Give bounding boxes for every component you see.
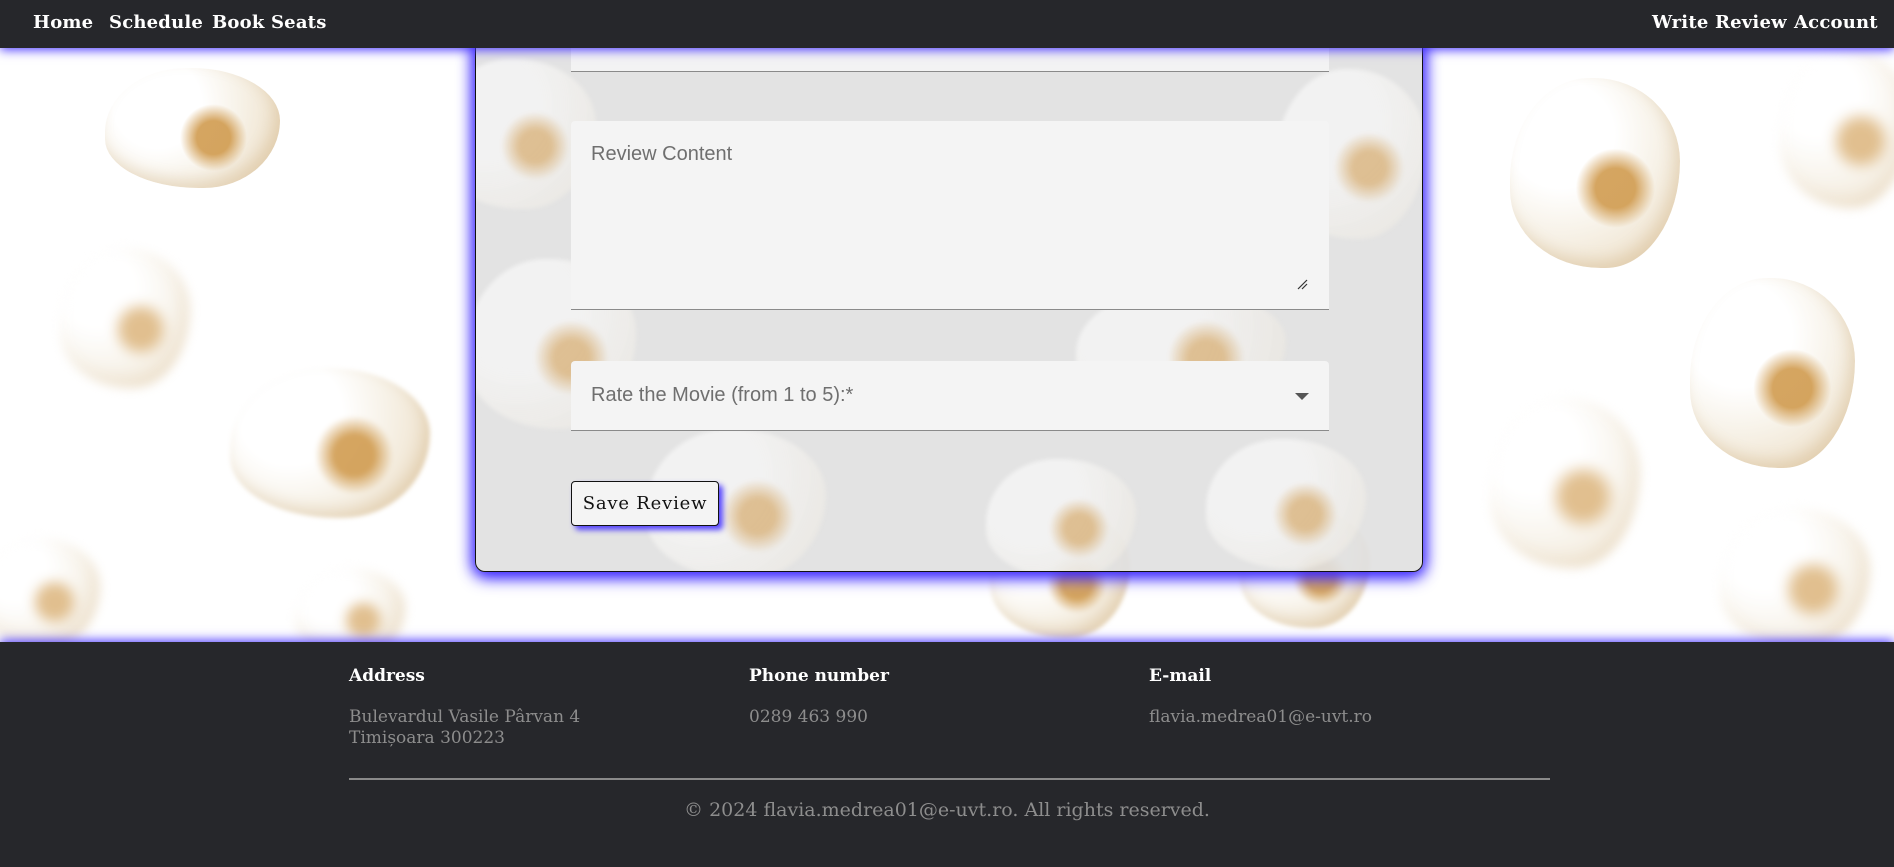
- review-form-card: Rate the Movie (from 1 to 5):* Save Revi…: [475, 18, 1423, 572]
- footer-phone-value: 0289 463 990: [749, 707, 868, 727]
- resize-grip-icon[interactable]: [1296, 278, 1308, 290]
- footer-address-line1: Bulevardul Vasile Pârvan 4: [349, 707, 581, 727]
- footer-email-heading: E-mail: [1149, 666, 1212, 686]
- popcorn-image: [1510, 78, 1680, 268]
- footer-copyright: © 2024 flavia.medrea01@e-uvt.ro. All rig…: [684, 799, 1210, 821]
- popcorn-image: [230, 368, 430, 518]
- rating-select-label: Rate the Movie (from 1 to 5):*: [591, 384, 854, 406]
- rating-select[interactable]: Rate the Movie (from 1 to 5):*: [571, 361, 1329, 431]
- chevron-down-icon[interactable]: [1295, 393, 1309, 400]
- popcorn-image: [1690, 278, 1855, 468]
- popcorn-image: [0, 538, 100, 642]
- popcorn-image: [1780, 48, 1894, 208]
- nav-book-seats-link[interactable]: Book Seats: [212, 12, 327, 33]
- footer-divider: [349, 778, 1550, 780]
- popcorn-image: [1490, 398, 1640, 568]
- site-footer: Address Bulevardul Vasile Pârvan 4 Timiș…: [0, 642, 1894, 867]
- top-navbar: Home Schedule Book Seats Write Review Ac…: [0, 0, 1894, 48]
- popcorn-image: [295, 568, 405, 642]
- nav-write-review-link[interactable]: Write Review: [1652, 12, 1787, 33]
- nav-schedule-link[interactable]: Schedule: [109, 12, 203, 33]
- popcorn-image: [60, 248, 190, 388]
- save-review-button[interactable]: Save Review: [571, 481, 719, 526]
- nav-home-link[interactable]: Home: [33, 12, 93, 33]
- popcorn-image: [1206, 439, 1366, 569]
- nav-account-link[interactable]: Account: [1794, 12, 1878, 33]
- popcorn-image: [105, 68, 280, 188]
- footer-address-heading: Address: [349, 666, 425, 686]
- popcorn-image: [1720, 508, 1870, 642]
- footer-email-value[interactable]: flavia.medrea01@e-uvt.ro: [1149, 707, 1372, 727]
- popcorn-image: [986, 459, 1136, 571]
- review-content-textarea[interactable]: [571, 121, 1329, 310]
- footer-address-line2: Timișoara 300223: [349, 728, 505, 748]
- footer-phone-heading: Phone number: [749, 666, 889, 686]
